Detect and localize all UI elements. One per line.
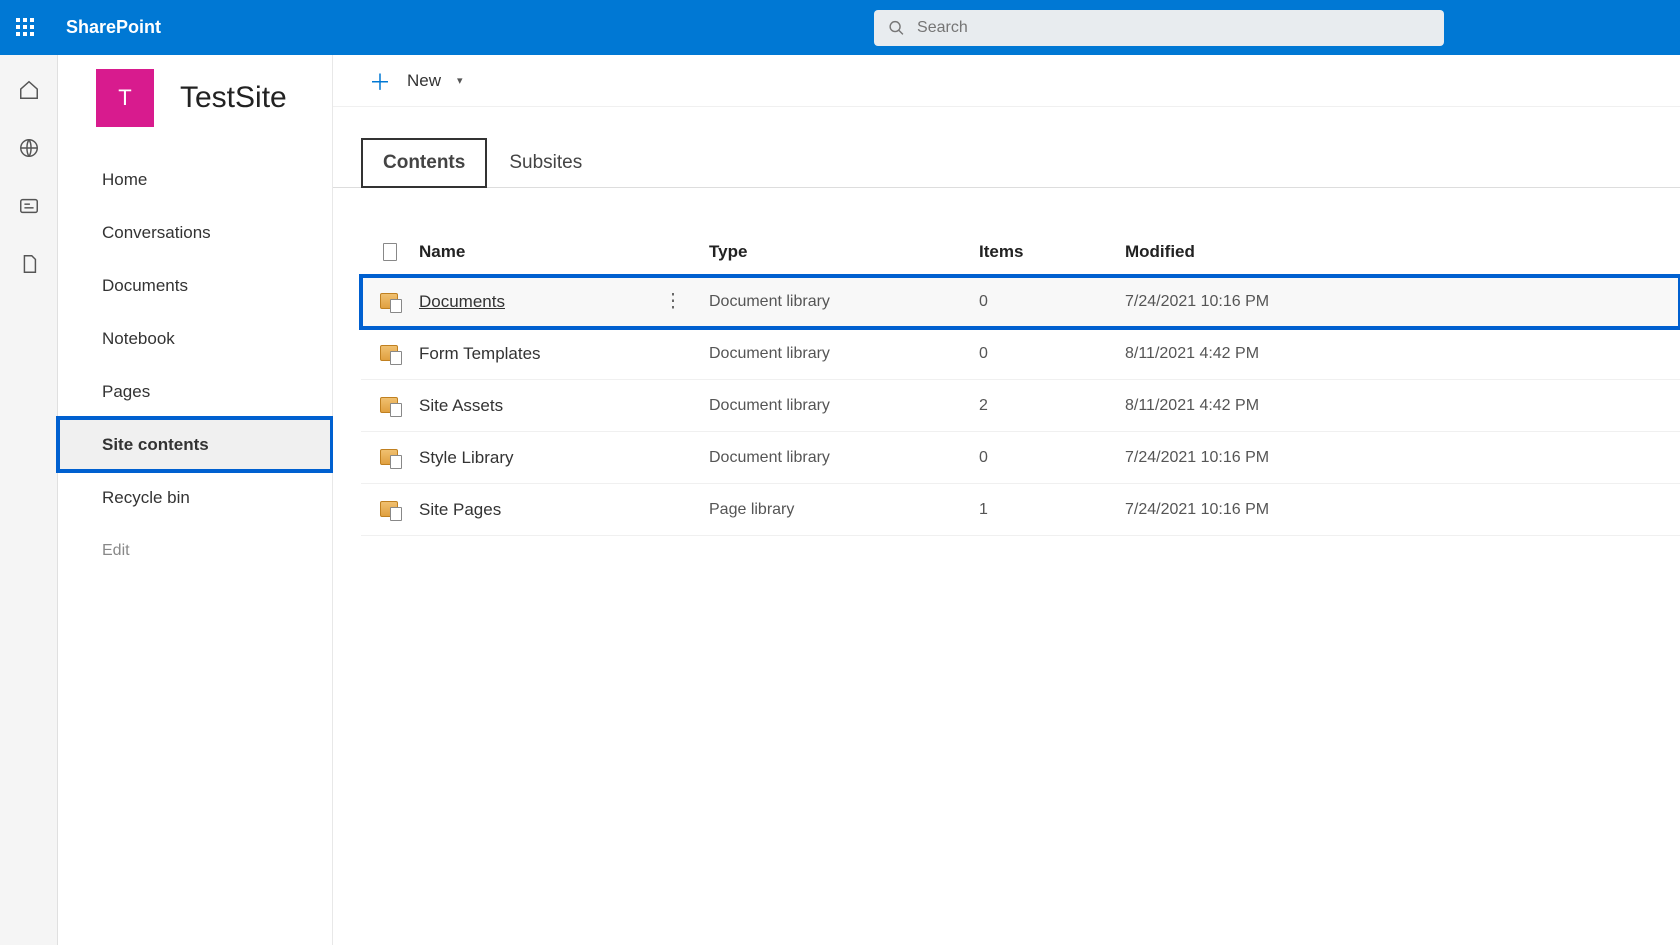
item-type: Document library [709,345,979,363]
news-icon[interactable] [18,195,40,217]
item-name-link[interactable]: Documents [419,292,505,312]
plus-icon: ＋ [369,65,391,97]
item-name-link[interactable]: Site Assets [419,396,503,416]
site-title[interactable]: TestSite [180,81,287,115]
search-input[interactable] [917,19,1430,37]
new-button[interactable]: ＋ New ▾ [361,59,471,103]
table-row[interactable]: Form Templates Document library08/11/2021… [361,328,1680,380]
suite-header: SharePoint [0,0,1680,55]
tabs: ContentsSubsites [333,107,1680,188]
command-bar: ＋ New ▾ [333,55,1680,107]
search-box[interactable] [874,10,1444,46]
item-count: 0 [979,293,1125,311]
table-row[interactable]: Site Assets Document library28/11/2021 4:… [361,380,1680,432]
tab[interactable]: Subsites [487,138,604,188]
table-row[interactable]: Documents ⋮ Document library07/24/2021 10:… [361,276,1680,328]
main-content: ＋ New ▾ ContentsSubsites Name Type Items… [333,55,1680,945]
nav-item[interactable]: Recycle bin [58,471,332,524]
new-button-label: New [407,71,441,91]
home-icon[interactable] [18,79,40,101]
tab[interactable]: Contents [361,138,487,188]
item-name-link[interactable]: Style Library [419,448,513,468]
nav-item[interactable]: Conversations [58,206,332,259]
library-icon [380,449,400,467]
search-icon [888,19,905,37]
nav-item[interactable]: Notebook [58,312,332,365]
chevron-down-icon: ▾ [457,74,463,87]
globe-icon[interactable] [18,137,40,159]
item-count: 0 [979,449,1125,467]
item-type: Document library [709,449,979,467]
table-row[interactable]: Site Pages Page library17/24/2021 10:16 P… [361,484,1680,536]
column-header-modified[interactable]: Modified [1125,242,1305,262]
item-type: Page library [709,501,979,519]
item-modified: 8/11/2021 4:42 PM [1125,345,1305,363]
nav-item[interactable]: Pages [58,365,332,418]
item-type: Document library [709,397,979,415]
item-count: 0 [979,345,1125,363]
file-icon[interactable] [18,253,40,275]
column-header-type[interactable]: Type [709,242,979,262]
item-modified: 7/24/2021 10:16 PM [1125,449,1305,467]
contents-table: Name Type Items Modified Documents⋮Docum… [333,188,1680,536]
nav-item[interactable]: Home [58,153,332,206]
item-modified: 7/24/2021 10:16 PM [1125,293,1305,311]
column-header-name[interactable]: Name [419,242,709,262]
app-rail [0,55,58,945]
library-icon [380,293,400,311]
item-type: Document library [709,293,979,311]
item-count: 1 [979,501,1125,519]
library-icon [380,501,400,519]
site-header: T TestSite [58,55,332,141]
file-type-header-icon[interactable] [383,243,397,261]
nav-edit-link[interactable]: Edit [58,524,332,577]
site-logo[interactable]: T [96,69,154,127]
brand-label[interactable]: SharePoint [66,17,161,38]
more-actions-icon[interactable]: ⋮ [661,290,685,313]
quick-launch-nav: HomeConversationsDocumentsNotebookPagesS… [58,141,332,577]
item-name-link[interactable]: Form Templates [419,344,541,364]
library-icon [380,345,400,363]
item-count: 2 [979,397,1125,415]
table-header-row: Name Type Items Modified [361,228,1680,276]
item-name-link[interactable]: Site Pages [419,500,501,520]
library-icon [380,397,400,415]
nav-item[interactable]: Site contents [58,418,332,471]
item-modified: 8/11/2021 4:42 PM [1125,397,1305,415]
column-header-items[interactable]: Items [979,242,1125,262]
table-row[interactable]: Style Library Document library07/24/2021 … [361,432,1680,484]
left-panel: T TestSite HomeConversationsDocumentsNot… [58,55,333,945]
nav-item[interactable]: Documents [58,259,332,312]
app-launcher-icon[interactable] [16,18,36,38]
item-modified: 7/24/2021 10:16 PM [1125,501,1305,519]
